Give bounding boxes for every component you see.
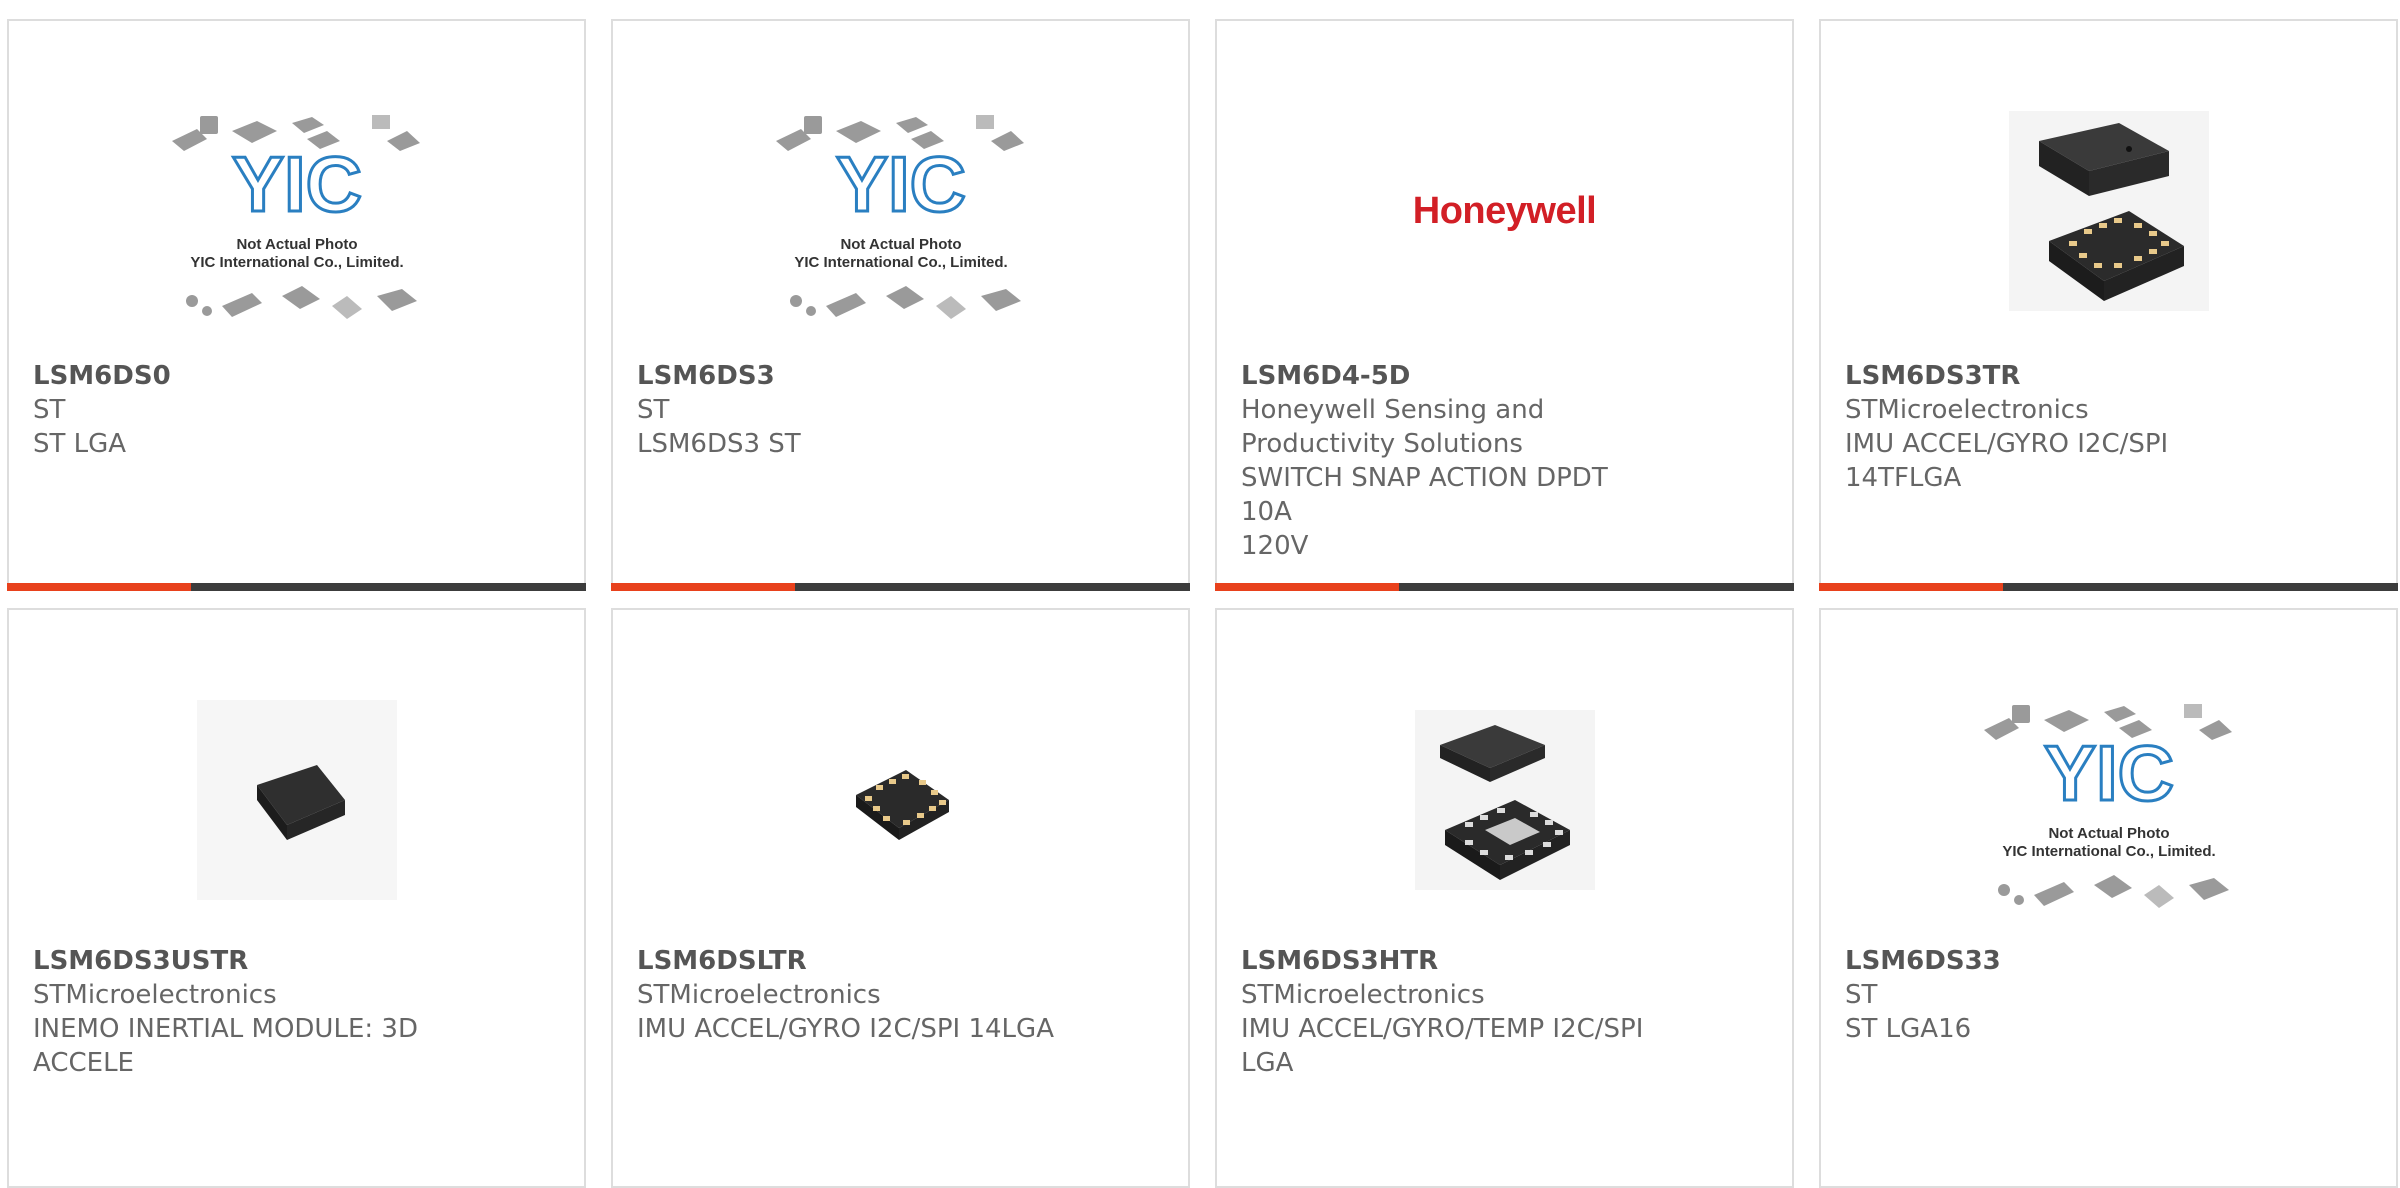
part-number[interactable]: LSM6DS3 — [637, 359, 1057, 393]
description-cont: 120V — [1241, 531, 1309, 561]
manufacturer: STMicroelectronics — [637, 980, 881, 1010]
manufacturer: STMicroelectronics — [33, 980, 277, 1010]
part-number[interactable]: LSM6DS3HTR — [1241, 944, 1661, 978]
manufacturer: STMicroelectronics — [1241, 980, 1485, 1010]
card-bar — [1819, 583, 2398, 591]
svg-text:Not Actual Photo: Not Actual Photo — [236, 236, 357, 253]
manufacturer: ST — [1845, 980, 1878, 1010]
part-number[interactable]: LSM6DS3USTR — [33, 944, 453, 978]
description: IMU ACCEL/GYRO/TEMP I2C/SPI — [1241, 1014, 1644, 1044]
part-number[interactable]: LSM6DSLTR — [637, 944, 1057, 978]
svg-text:YIC: YIC — [835, 140, 965, 228]
description-cont: LGA — [1241, 1048, 1294, 1078]
part-number[interactable]: LSM6D4-5D — [1241, 359, 1661, 393]
product-info: LSM6DS3TR STMicroelectronics IMU ACCEL/G… — [1845, 359, 2265, 495]
description: ST LGA16 — [1845, 1014, 1972, 1044]
product-grid: YIC Not Actual Photo YIC International C… — [0, 0, 2400, 1188]
black-chip-icon — [162, 680, 432, 920]
yic-placeholder-icon: YIC Not Actual Photo YIC International C… — [1974, 680, 2244, 920]
svg-text:Not Actual Photo: Not Actual Photo — [840, 236, 961, 253]
manufacturer: ST — [637, 395, 670, 425]
description: IMU ACCEL/GYRO I2C/SPI 14LGA — [637, 1014, 1054, 1044]
card-bar — [611, 583, 1190, 591]
yic-placeholder-icon: YIC Not Actual Photo YIC International C… — [766, 91, 1036, 331]
product-info: LSM6DSLTR STMicroelectronics IMU ACCEL/G… — [637, 944, 1057, 1046]
manufacturer: STMicroelectronics — [1845, 395, 2089, 425]
card-bar — [7, 583, 586, 591]
svg-text:YIC International Co., Limited: YIC International Co., Limited. — [794, 254, 1007, 271]
part-number[interactable]: LSM6DS3TR — [1845, 359, 2265, 393]
lga-chip-exploded-icon — [1974, 91, 2244, 331]
product-card[interactable]: YIC Not Actual Photo YIC International C… — [611, 19, 1190, 591]
product-info: LSM6DS0 ST ST LGA — [33, 359, 453, 461]
manufacturer: Honeywell Sensing and — [1241, 395, 1545, 425]
description: SWITCH SNAP ACTION DPDT 10A — [1241, 463, 1608, 527]
part-number[interactable]: LSM6DS0 — [33, 359, 453, 393]
product-card[interactable]: YIC Not Actual Photo YIC International C… — [7, 19, 586, 591]
product-info: LSM6DS3 ST LSM6DS3 ST — [637, 359, 1057, 461]
yic-placeholder-icon: YIC Not Actual Photo YIC International C… — [162, 91, 432, 331]
product-card[interactable]: LSM6DS3TR STMicroelectronics IMU ACCEL/G… — [1819, 19, 2398, 591]
description: INEMO INERTIAL MODULE: 3D — [33, 1014, 418, 1044]
svg-text:Not Actual Photo: Not Actual Photo — [2048, 825, 2169, 842]
honeywell-logo: Honeywell — [1370, 91, 1640, 331]
product-info: LSM6DS3HTR STMicroelectronics IMU ACCEL/… — [1241, 944, 1661, 1080]
lga-chip-exploded-icon — [1370, 680, 1640, 920]
svg-text:YIC: YIC — [231, 140, 361, 228]
lga-chip-icon — [766, 680, 1036, 920]
product-card[interactable]: LSM6DSLTR STMicroelectronics IMU ACCEL/G… — [611, 608, 1190, 1188]
product-info: LSM6DS33 ST ST LGA16 — [1845, 944, 2265, 1046]
manufacturer: ST — [33, 395, 66, 425]
description: ST LGA — [33, 429, 127, 459]
svg-text:YIC International Co., Limited: YIC International Co., Limited. — [190, 254, 403, 271]
product-info: LSM6DS3USTR STMicroelectronics INEMO INE… — [33, 944, 453, 1080]
description-cont: ACCELE — [33, 1048, 134, 1078]
product-card[interactable]: YIC Not Actual Photo YIC International C… — [1819, 608, 2398, 1188]
description-cont: 14TFLGA — [1845, 463, 1962, 493]
product-card[interactable]: Honeywell LSM6D4-5D Honeywell Sensing an… — [1215, 19, 1794, 591]
product-info: LSM6D4-5D Honeywell Sensing and Producti… — [1241, 359, 1661, 563]
description: IMU ACCEL/GYRO I2C/SPI — [1845, 429, 2169, 459]
manufacturer-cont: Productivity Solutions — [1241, 429, 1523, 459]
honeywell-logo-text: Honeywell — [1412, 189, 1597, 232]
description: LSM6DS3 ST — [637, 429, 801, 459]
card-bar — [1215, 583, 1794, 591]
product-card[interactable]: LSM6DS3USTR STMicroelectronics INEMO INE… — [7, 608, 586, 1188]
product-card[interactable]: LSM6DS3HTR STMicroelectronics IMU ACCEL/… — [1215, 608, 1794, 1188]
svg-text:YIC: YIC — [2043, 729, 2173, 817]
svg-text:YIC International Co., Limited: YIC International Co., Limited. — [2002, 843, 2215, 860]
part-number[interactable]: LSM6DS33 — [1845, 944, 2265, 978]
